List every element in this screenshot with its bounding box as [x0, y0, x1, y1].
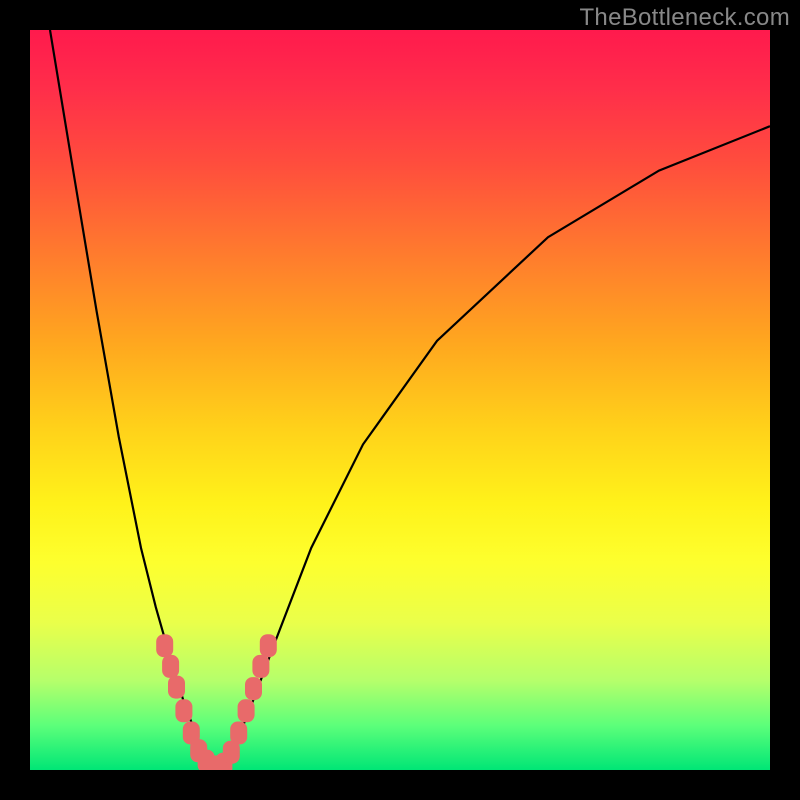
plot-area — [30, 30, 770, 770]
chart-frame: TheBottleneck.com — [0, 0, 800, 800]
watermark-text: TheBottleneck.com — [579, 4, 790, 32]
